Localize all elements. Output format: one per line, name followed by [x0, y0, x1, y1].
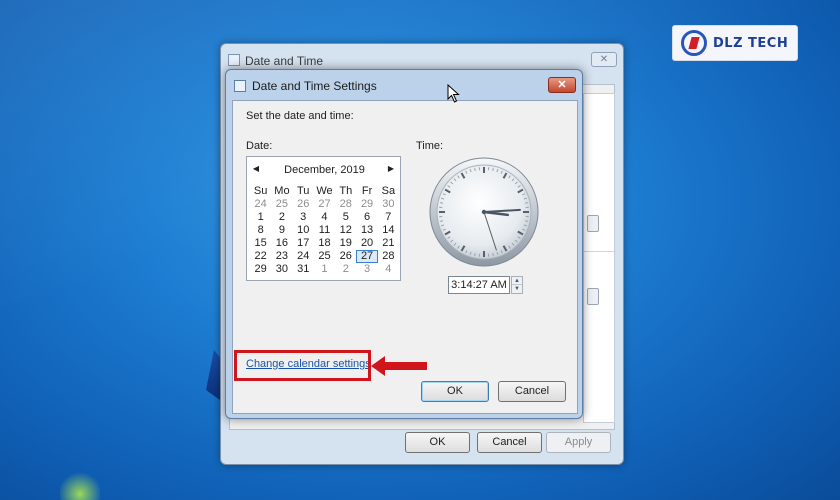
calendar-day[interactable]: 9	[271, 224, 292, 237]
calendar-day[interactable]: 4	[314, 211, 335, 224]
panel-button[interactable]	[587, 215, 599, 232]
calendar-day[interactable]: 6	[356, 211, 377, 224]
dialog-title: Date and Time Settings	[252, 79, 377, 93]
calendar-day[interactable]: 23	[271, 250, 292, 263]
clock-minute-tick	[492, 167, 494, 172]
calendar-day[interactable]: 28	[335, 198, 356, 211]
date-label: Date:	[246, 140, 273, 152]
highlight-box	[234, 350, 371, 381]
clock-app-icon	[228, 54, 240, 66]
ok-button[interactable]: OK	[421, 381, 489, 402]
apply-button[interactable]: Apply	[546, 432, 611, 453]
back-ok-button[interactable]: OK	[405, 432, 470, 453]
weekday-header: Tu	[296, 185, 310, 197]
calendar-day[interactable]: 18	[314, 237, 335, 250]
panel-divider	[584, 251, 616, 252]
calendar[interactable]: ◀ December, 2019 ▶ Su Mo Tu We Th Fr Sa 24 25 26 2…	[246, 156, 401, 281]
calendar-grid: Su Mo Tu We Th Fr Sa 24 25 26 27 28 29 30 1 2 3 4 5 6 7 8 9 10 1…	[250, 185, 399, 276]
spin-up-icon[interactable]: ▲	[512, 277, 522, 285]
calendar-day[interactable]: 4	[378, 263, 399, 276]
calendar-day[interactable]: 28	[378, 250, 399, 263]
analog-clock	[429, 157, 539, 267]
calendar-day[interactable]: 21	[378, 237, 399, 250]
calendar-day[interactable]: 11	[314, 224, 335, 237]
calendar-day[interactable]: 2	[335, 263, 356, 276]
dlz-logo-icon	[681, 30, 707, 56]
calendar-day[interactable]: 19	[335, 237, 356, 250]
calendar-day[interactable]: 30	[378, 198, 399, 211]
settings-panel	[583, 93, 616, 423]
desktop-decoration	[60, 470, 100, 500]
calendar-day-selected[interactable]: 27	[356, 250, 378, 263]
clock-minute-tick	[474, 167, 476, 172]
time-spinner[interactable]: ▲ ▼	[511, 276, 523, 294]
calendar-day[interactable]: 29	[356, 198, 377, 211]
clock-minute-tick	[439, 220, 444, 222]
weekday-header: Su	[253, 185, 268, 197]
watermark-brand: DLZ TECH	[713, 35, 789, 51]
calendar-day[interactable]: 20	[356, 237, 377, 250]
calendar-day[interactable]: 8	[250, 224, 271, 237]
clock-minute-tick	[524, 220, 529, 222]
calendar-day[interactable]: 12	[335, 224, 356, 237]
calendar-day[interactable]: 15	[250, 237, 271, 250]
calendar-day[interactable]: 26	[335, 250, 356, 263]
time-input[interactable]: 3:14:27 AM	[448, 276, 510, 294]
weekday-header: Sa	[381, 185, 396, 197]
calendar-day[interactable]: 27	[314, 198, 335, 211]
clock-minute-tick	[492, 252, 494, 257]
calendar-month-label[interactable]: December, 2019	[267, 164, 382, 176]
time-label: Time:	[416, 140, 444, 152]
calendar-day[interactable]: 25	[314, 250, 335, 263]
cancel-button[interactable]: Cancel	[498, 381, 566, 402]
weekday-header: Fr	[361, 185, 373, 197]
weekday-header: Th	[339, 185, 353, 197]
calendar-day[interactable]: 13	[356, 224, 377, 237]
weekday-header: Mo	[274, 185, 290, 197]
next-month-icon[interactable]: ▶	[385, 164, 397, 173]
instruction-text: Set the date and time:	[246, 110, 354, 122]
calendar-day[interactable]: 10	[293, 224, 314, 237]
calendar-app-icon	[234, 80, 246, 92]
window-title: Date and Time	[245, 54, 324, 68]
watermark-logo: DLZ TECH	[672, 25, 798, 61]
clock-minute-tick	[474, 252, 476, 257]
calendar-day[interactable]: 3	[356, 263, 377, 276]
calendar-day[interactable]: 17	[293, 237, 314, 250]
calendar-day[interactable]: 30	[271, 263, 292, 276]
back-cancel-button[interactable]: Cancel	[477, 432, 542, 453]
calendar-day[interactable]: 24	[293, 250, 314, 263]
panel-button[interactable]	[587, 288, 599, 305]
calendar-day[interactable]: 26	[293, 198, 314, 211]
calendar-day[interactable]: 25	[271, 198, 292, 211]
calendar-day[interactable]: 5	[335, 211, 356, 224]
close-button[interactable]: ✕	[591, 52, 617, 67]
calendar-day[interactable]: 24	[250, 198, 271, 211]
calendar-day[interactable]: 14	[378, 224, 399, 237]
calendar-day[interactable]: 16	[271, 237, 292, 250]
calendar-day[interactable]: 3	[293, 211, 314, 224]
red-arrow-icon	[371, 356, 427, 376]
calendar-day[interactable]: 7	[378, 211, 399, 224]
calendar-day[interactable]: 22	[250, 250, 271, 263]
spin-down-icon[interactable]: ▼	[512, 285, 522, 293]
calendar-day[interactable]: 29	[250, 263, 271, 276]
calendar-day[interactable]: 2	[271, 211, 292, 224]
calendar-day[interactable]: 31	[293, 263, 314, 276]
calendar-day[interactable]: 1	[314, 263, 335, 276]
weekday-header: We	[316, 185, 333, 197]
previous-month-icon[interactable]: ◀	[250, 164, 262, 173]
clock-minute-tick	[524, 202, 529, 204]
clock-minute-tick	[439, 202, 444, 204]
calendar-header: ◀ December, 2019 ▶	[247, 164, 402, 178]
dialog-close-button[interactable]: ✕	[548, 77, 576, 93]
mouse-cursor-icon	[447, 84, 460, 103]
calendar-day[interactable]: 1	[250, 211, 271, 224]
